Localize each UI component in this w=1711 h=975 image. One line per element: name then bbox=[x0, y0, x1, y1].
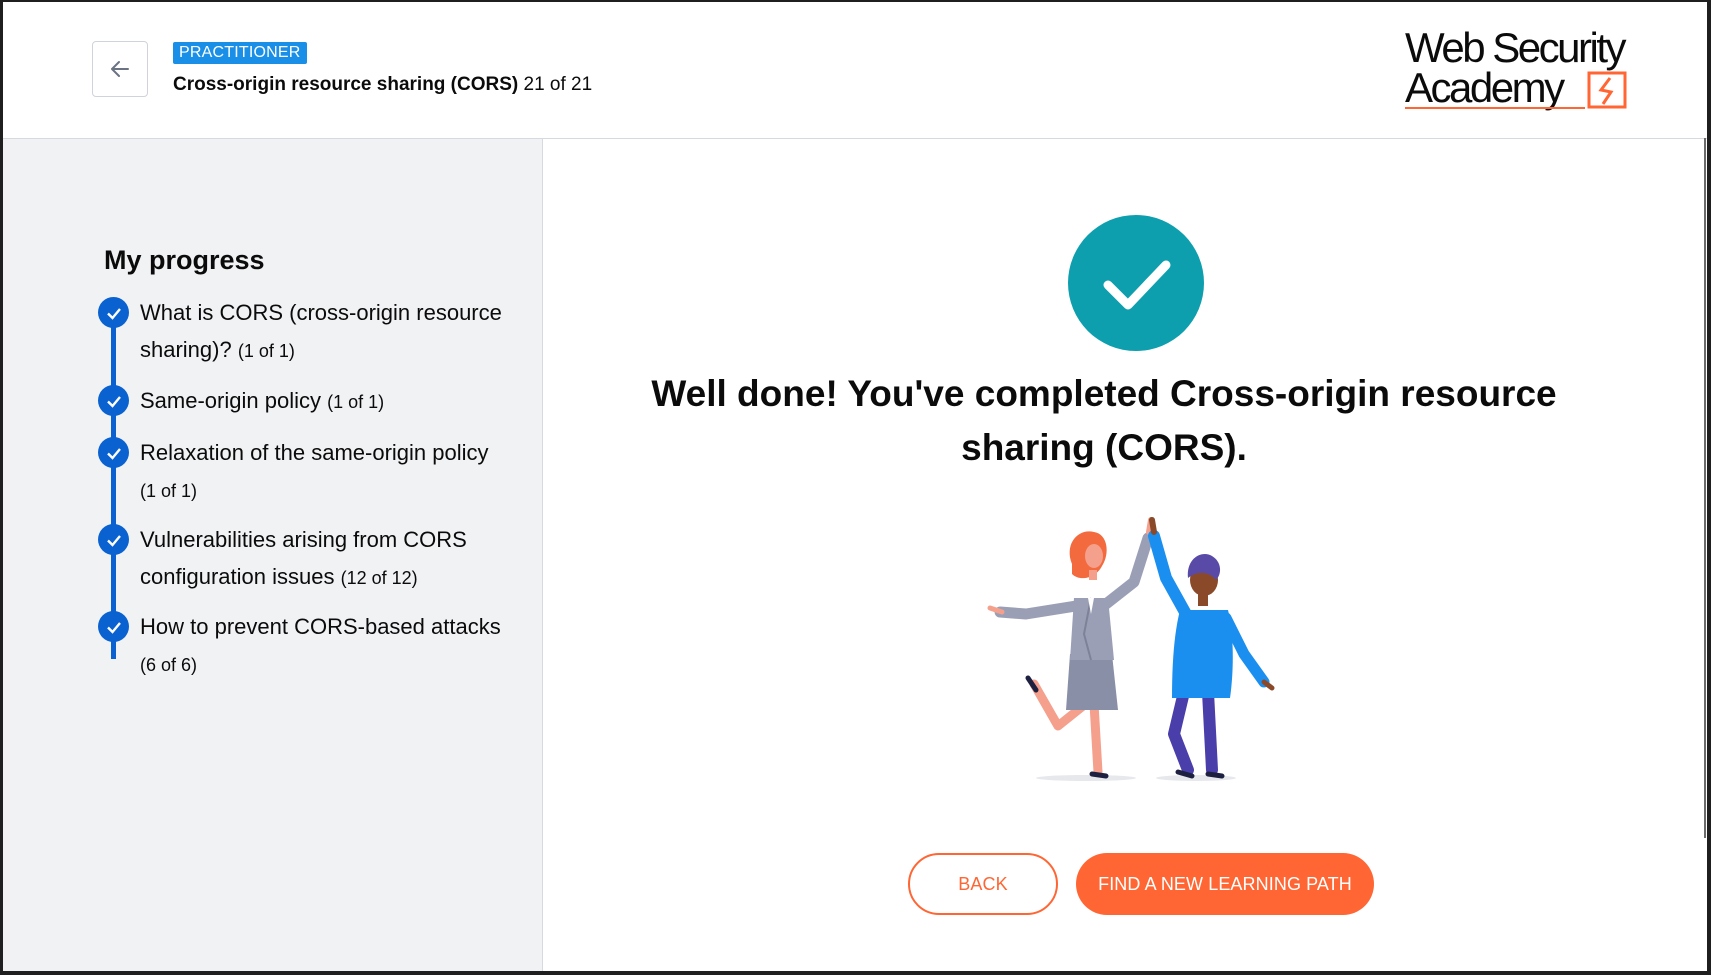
arrow-left-icon bbox=[111, 61, 129, 77]
progress-item-text: Same-origin policy (1 of 1) bbox=[140, 382, 510, 421]
progress-sidebar: My progress What is CORS (cross-origin r… bbox=[3, 139, 543, 971]
progress-item-text: What is CORS (cross-origin resource shar… bbox=[140, 294, 510, 370]
check-circle-icon bbox=[98, 524, 129, 555]
topic-progress: 21 of 21 bbox=[523, 74, 593, 95]
page-header: PRACTITIONER Cross-origin resource shari… bbox=[3, 2, 1707, 139]
app-window: PRACTITIONER Cross-origin resource shari… bbox=[3, 2, 1707, 971]
logo-line2: Academy bbox=[1405, 64, 1565, 111]
progress-item-text: How to prevent CORS-based attacks (6 of … bbox=[140, 608, 510, 684]
progress-item-text: Relaxation of the same-origin policy (1 … bbox=[140, 434, 510, 510]
back-button[interactable]: BACK bbox=[908, 853, 1058, 915]
level-badge: PRACTITIONER bbox=[173, 42, 307, 64]
progress-item-label: Same-origin policy bbox=[140, 388, 321, 413]
progress-item-count: (6 of 6) bbox=[140, 655, 198, 675]
success-check-icon bbox=[1068, 215, 1204, 351]
progress-item-count: (1 of 1) bbox=[237, 341, 295, 361]
topic-name: Cross-origin resource sharing (CORS) bbox=[173, 74, 519, 95]
progress-item-label: Vulnerabilities arising from CORS config… bbox=[140, 527, 467, 589]
progress-item-count: (1 of 1) bbox=[140, 481, 198, 501]
topic-title: Cross-origin resource sharing (CORS) 21 … bbox=[173, 74, 592, 96]
scrollbar[interactable] bbox=[1704, 138, 1706, 838]
progress-item-count: (12 of 12) bbox=[340, 568, 418, 588]
progress-item-label: What is CORS (cross-origin resource shar… bbox=[140, 300, 502, 362]
back-nav-button[interactable] bbox=[92, 41, 148, 97]
find-learning-path-button[interactable]: FIND A NEW LEARNING PATH bbox=[1076, 853, 1374, 915]
check-circle-icon bbox=[98, 611, 129, 642]
completion-headline: Well done! You've completed Cross-origin… bbox=[651, 373, 1557, 468]
check-circle-icon bbox=[98, 437, 129, 468]
completion-panel: Well done! You've completed Cross-origin… bbox=[544, 139, 1707, 971]
web-security-academy-logo[interactable]: Web Security Academy bbox=[1405, 24, 1665, 120]
high-five-illustration bbox=[987, 517, 1275, 781]
progress-item-text: Vulnerabilities arising from CORS config… bbox=[140, 521, 510, 597]
progress-title: My progress bbox=[104, 245, 265, 275]
progress-item-label: How to prevent CORS-based attacks bbox=[140, 614, 501, 639]
check-circle-icon bbox=[98, 297, 129, 328]
progress-item-count: (1 of 1) bbox=[327, 392, 385, 412]
check-circle-icon bbox=[98, 385, 129, 416]
progress-line bbox=[111, 314, 116, 659]
progress-item-label: Relaxation of the same-origin policy bbox=[140, 440, 489, 465]
